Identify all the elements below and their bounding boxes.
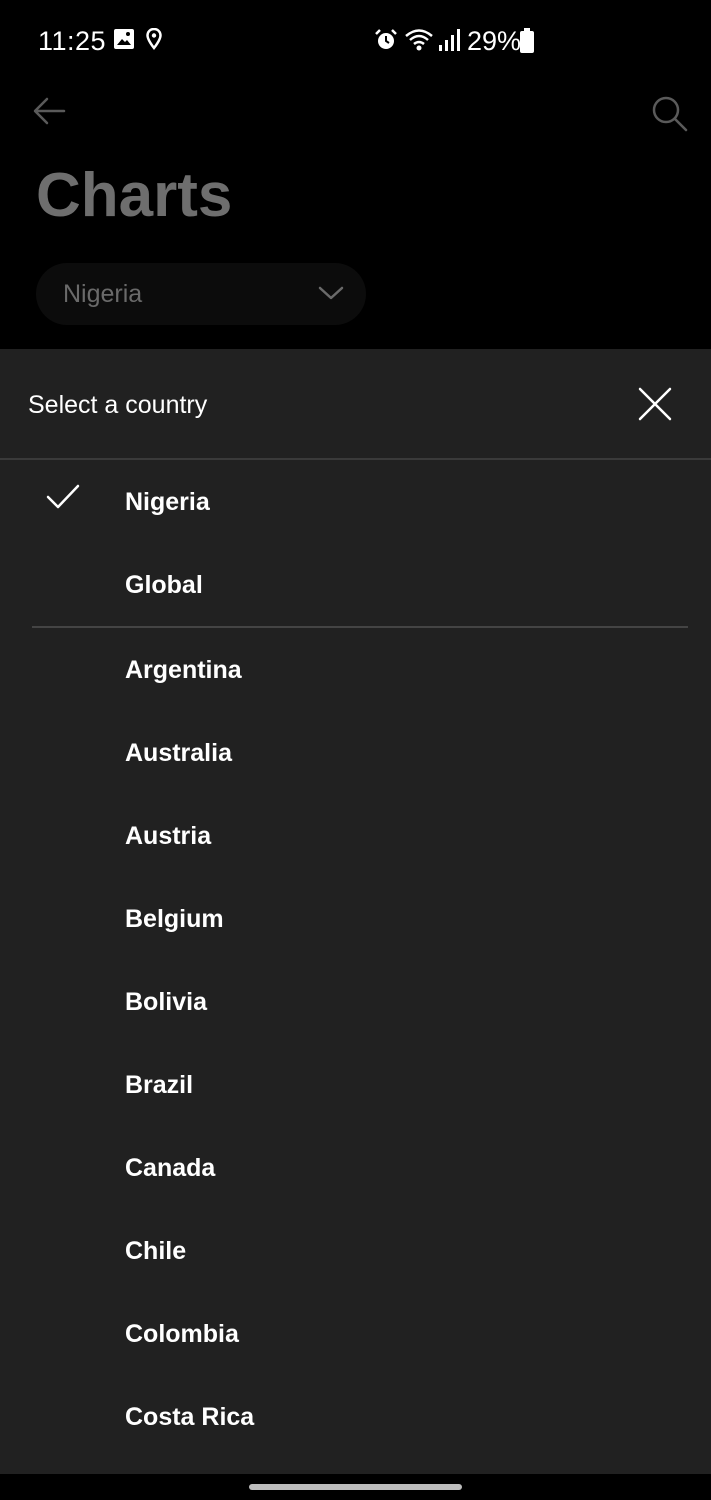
sheet-title: Select a country: [28, 391, 208, 419]
country-option-canada[interactable]: Canada: [0, 1128, 711, 1211]
country-option-label: Bolivia: [125, 988, 207, 1016]
checkmark-icon: [46, 484, 80, 509]
back-arrow-icon[interactable]: [30, 94, 70, 128]
country-option-label: Australia: [125, 739, 232, 767]
country-option-label: Argentina: [125, 656, 242, 684]
status-bar: 11:25 29%: [0, 0, 711, 88]
sheet-header: Select a country: [0, 349, 711, 460]
location-icon: [146, 28, 162, 50]
country-option-label: Canada: [125, 1154, 216, 1182]
country-option-costa-rica[interactable]: Costa Rica: [0, 1377, 711, 1460]
home-indicator[interactable]: [249, 1484, 462, 1490]
list-divider: [32, 626, 688, 628]
country-option-label: Nigeria: [125, 488, 210, 516]
country-option-chile[interactable]: Chile: [0, 1211, 711, 1294]
navigation-bar: [0, 1474, 711, 1500]
country-selector-value: Nigeria: [63, 280, 143, 308]
country-selection-sheet: Select a country Nigeria Global Argentin…: [0, 349, 711, 1474]
country-option-nigeria[interactable]: Nigeria: [0, 462, 711, 545]
search-icon[interactable]: [650, 94, 690, 134]
close-icon[interactable]: [632, 381, 678, 427]
country-selector-dropdown[interactable]: Nigeria: [36, 263, 366, 325]
signal-icon: [439, 29, 460, 51]
country-option-brazil[interactable]: Brazil: [0, 1045, 711, 1128]
country-option-label: Chile: [125, 1237, 187, 1265]
country-option-label: Global: [125, 571, 203, 599]
country-option-label: Brazil: [125, 1071, 194, 1099]
page-title: Charts: [36, 161, 233, 230]
alarm-icon: [375, 29, 397, 49]
status-time: 11:25: [38, 26, 107, 56]
country-option-label: Costa Rica: [125, 1403, 255, 1431]
wifi-icon: [405, 29, 433, 51]
image-icon: [114, 29, 134, 49]
country-option-bolivia[interactable]: Bolivia: [0, 962, 711, 1045]
country-option-austria[interactable]: Austria: [0, 796, 711, 879]
battery-percentage: 29%: [467, 26, 522, 56]
chevron-down-icon: [318, 286, 344, 300]
country-option-label: Belgium: [125, 905, 224, 933]
country-option-belgium[interactable]: Belgium: [0, 879, 711, 962]
country-option-label: Austria: [125, 822, 212, 850]
battery-icon: [520, 28, 534, 53]
country-option-argentina[interactable]: Argentina: [0, 630, 711, 713]
country-option-australia[interactable]: Australia: [0, 713, 711, 796]
country-option-global[interactable]: Global: [0, 545, 711, 628]
country-option-label: Colombia: [125, 1320, 239, 1348]
country-option-colombia[interactable]: Colombia: [0, 1294, 711, 1377]
